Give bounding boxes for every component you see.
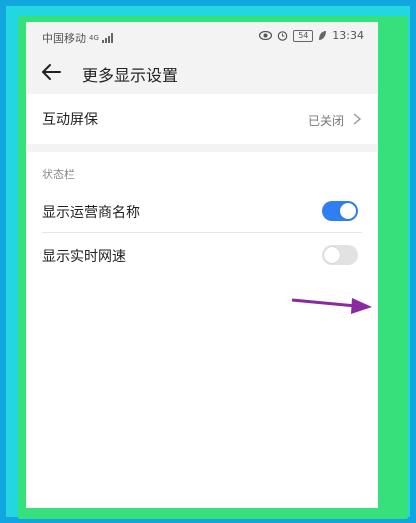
status-left: 中国移动 4G xyxy=(42,30,114,46)
switch-knob xyxy=(340,203,356,219)
page-title: 更多显示设置 xyxy=(82,66,179,85)
show-speed-row[interactable]: 显示实时网速 xyxy=(26,234,378,278)
show-carrier-row[interactable]: 显示运营商名称 xyxy=(26,190,378,232)
battery-indicator: 54 xyxy=(293,29,314,42)
interactive-screensaver-value: 已关闭 xyxy=(307,114,344,128)
row-divider xyxy=(42,232,362,233)
section-title-status-bar: 状态栏 xyxy=(42,168,75,181)
status-bar: 中国移动 4G 54 13:34 xyxy=(26,22,378,50)
signal-icon xyxy=(101,33,113,43)
alarm-icon xyxy=(277,31,288,41)
interactive-screensaver-row[interactable]: 互动屏保 已关闭 xyxy=(26,94,378,144)
watermark-logo: Bai 经验 xyxy=(300,482,354,497)
switch-knob xyxy=(324,247,340,263)
chevron-right-icon xyxy=(353,113,362,125)
carrier-label: 中国移动 xyxy=(42,32,86,45)
arrow-left-icon[interactable] xyxy=(40,62,62,82)
leaf-icon xyxy=(319,31,327,40)
show-speed-label: 显示实时网速 xyxy=(42,249,126,265)
show-carrier-switch[interactable] xyxy=(322,201,358,221)
clock: 13:34 xyxy=(332,29,364,42)
network-type: 4G xyxy=(89,34,99,42)
annotation-arrow-icon xyxy=(291,298,372,314)
show-speed-switch[interactable] xyxy=(322,245,358,265)
section-gap xyxy=(26,144,378,152)
phone-screen: 中国移动 4G 54 13:34 更多显示设置 互动屏保 已关闭 状态栏 显示运… xyxy=(26,22,378,508)
status-right: 54 13:34 xyxy=(259,29,364,42)
title-bar: 更多显示设置 xyxy=(26,50,378,94)
interactive-screensaver-label: 互动屏保 xyxy=(42,112,98,128)
eye-icon xyxy=(259,31,273,40)
show-carrier-label: 显示运营商名称 xyxy=(42,205,140,221)
